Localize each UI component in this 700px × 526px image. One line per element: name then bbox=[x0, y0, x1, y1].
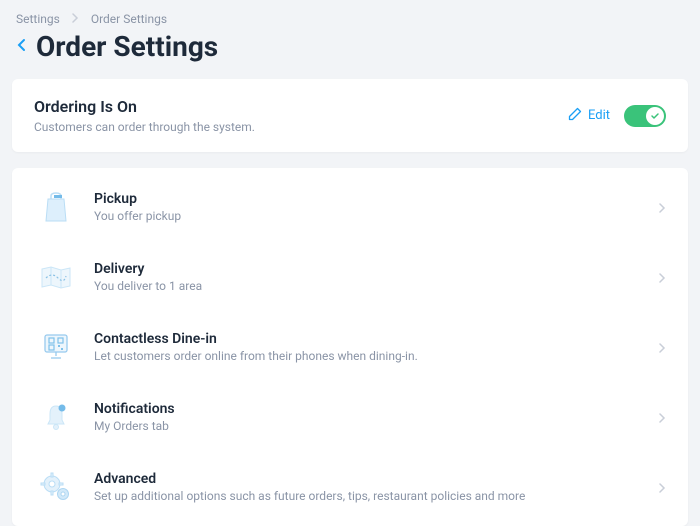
ordering-title: Ordering Is On bbox=[34, 97, 255, 116]
back-button[interactable] bbox=[16, 37, 26, 56]
item-title: Pickup bbox=[94, 191, 659, 207]
item-subtitle: Let customers order online from their ph… bbox=[94, 349, 659, 363]
chevron-right-icon bbox=[659, 408, 666, 427]
item-title: Advanced bbox=[94, 471, 659, 487]
chevron-right-icon bbox=[659, 198, 666, 217]
chevron-right-icon bbox=[659, 268, 666, 287]
bell-icon bbox=[34, 397, 78, 437]
breadcrumb-current: Order Settings bbox=[91, 12, 167, 26]
item-title: Delivery bbox=[94, 261, 659, 277]
ordering-card: Ordering Is On Customers can order throu… bbox=[12, 79, 688, 152]
list-item-delivery[interactable]: Delivery You deliver to 1 area bbox=[12, 242, 688, 312]
chevron-right-icon bbox=[659, 338, 666, 357]
chevron-right-icon bbox=[72, 12, 79, 26]
item-title: Contactless Dine-in bbox=[94, 331, 659, 347]
edit-label: Edit bbox=[588, 108, 610, 123]
breadcrumb-root[interactable]: Settings bbox=[16, 12, 60, 26]
page-title: Order Settings bbox=[36, 30, 218, 63]
list-item-contactless[interactable]: Contactless Dine-in Let customers order … bbox=[12, 312, 688, 382]
check-icon bbox=[650, 111, 660, 121]
pencil-icon bbox=[568, 107, 582, 125]
item-subtitle: You offer pickup bbox=[94, 209, 659, 223]
list-item-notifications[interactable]: Notifications My Orders tab bbox=[12, 382, 688, 452]
ordering-subtitle: Customers can order through the system. bbox=[34, 120, 255, 134]
item-subtitle: Set up additional options such as future… bbox=[94, 489, 659, 503]
map-icon bbox=[34, 257, 78, 297]
breadcrumb: Settings Order Settings bbox=[0, 0, 700, 30]
item-subtitle: You deliver to 1 area bbox=[94, 279, 659, 293]
gears-icon bbox=[34, 467, 78, 507]
item-title: Notifications bbox=[94, 401, 659, 417]
item-subtitle: My Orders tab bbox=[94, 419, 659, 433]
ordering-toggle[interactable] bbox=[624, 105, 666, 127]
settings-list: Pickup You offer pickup Delivery You del… bbox=[12, 168, 688, 526]
qr-screen-icon bbox=[34, 327, 78, 367]
edit-button[interactable]: Edit bbox=[568, 107, 610, 125]
bag-icon bbox=[34, 187, 78, 227]
list-item-pickup[interactable]: Pickup You offer pickup bbox=[12, 172, 688, 242]
list-item-advanced[interactable]: Advanced Set up additional options such … bbox=[12, 452, 688, 522]
chevron-right-icon bbox=[659, 478, 666, 497]
